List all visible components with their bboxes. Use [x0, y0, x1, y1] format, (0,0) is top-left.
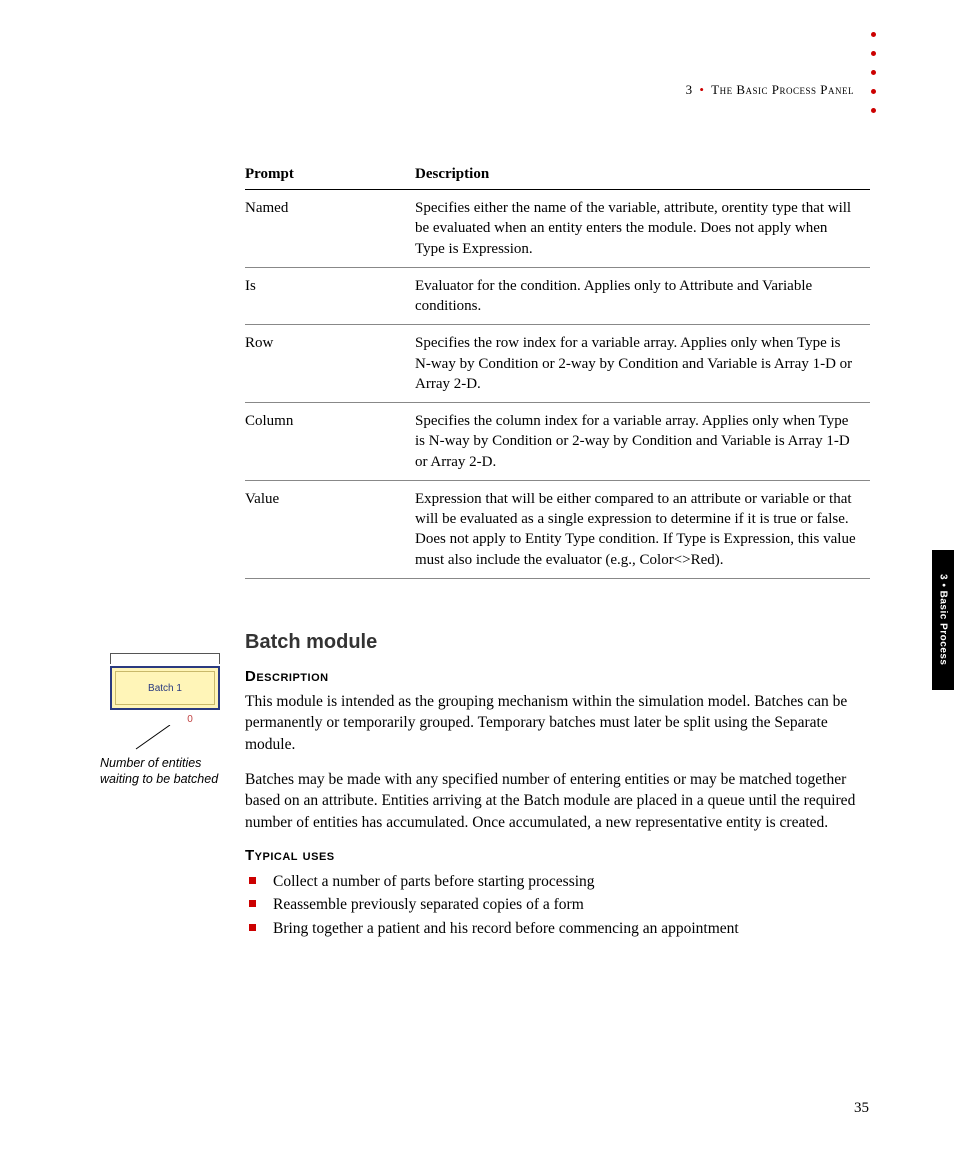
table-row: Is Evaluator for the condition. Applies … — [245, 267, 870, 325]
typical-uses-list: Collect a number of parts before startin… — [245, 870, 870, 940]
table-row: Value Expression that will be either com… — [245, 480, 870, 578]
bracket-icon — [110, 653, 220, 664]
description-paragraph-1: This module is intended as the grouping … — [245, 691, 870, 755]
table-row: Column Specifies the column index for a … — [245, 403, 870, 481]
callout-line-icon — [130, 725, 180, 753]
dot-icon — [871, 89, 876, 94]
margin-figure: Batch 1 0 Number of entities waiting to … — [100, 653, 230, 788]
list-item: Collect a number of parts before startin… — [245, 870, 870, 893]
running-header: 3 • The Basic Process Panel — [686, 82, 854, 98]
figure-caption: Number of entities waiting to be batched — [100, 755, 230, 788]
typical-uses-heading: Typical uses — [245, 847, 870, 864]
col-header-description: Description — [415, 160, 870, 190]
batch-module-icon: Batch 1 — [110, 666, 220, 710]
section-title: Batch module — [245, 631, 870, 654]
table-row: Row Specifies the row index for a variab… — [245, 325, 870, 403]
description-heading: Description — [245, 668, 870, 685]
page-number: 35 — [854, 1100, 869, 1117]
prompt-description-table: Prompt Description Named Specifies eithe… — [245, 160, 870, 579]
side-tab-label: 3 • Basic Process — [938, 574, 949, 666]
table-row: Named Specifies either the name of the v… — [245, 190, 870, 268]
cell-prompt: Named — [245, 190, 415, 268]
dot-icon — [871, 51, 876, 56]
dot-icon — [871, 108, 876, 113]
page: 3 • The Basic Process Panel 3 • Basic Pr… — [0, 0, 954, 1163]
description-paragraph-2: Batches may be made with any specified n… — [245, 769, 870, 833]
col-header-prompt: Prompt — [245, 160, 415, 190]
cell-description: Evaluator for the condition. Applies onl… — [415, 267, 870, 325]
bullet-icon: • — [699, 82, 704, 97]
decorative-dot-column — [871, 32, 876, 113]
cell-description: Specifies the row index for a variable a… — [415, 325, 870, 403]
dot-icon — [871, 32, 876, 37]
batch-counter: 0 — [150, 714, 230, 725]
cell-description: Specifies either the name of the variabl… — [415, 190, 870, 268]
list-item: Bring together a patient and his record … — [245, 917, 870, 940]
chapter-number: 3 — [686, 82, 693, 97]
cell-description: Expression that will be either compared … — [415, 480, 870, 578]
cell-prompt: Column — [245, 403, 415, 481]
list-item: Reassemble previously separated copies o… — [245, 893, 870, 916]
cell-prompt: Value — [245, 480, 415, 578]
side-tab: 3 • Basic Process — [932, 550, 954, 690]
chapter-title: The Basic Process Panel — [711, 82, 854, 97]
batch-box-label: Batch 1 — [148, 683, 182, 694]
dot-icon — [871, 70, 876, 75]
table-header-row: Prompt Description — [245, 160, 870, 190]
cell-description: Specifies the column index for a variabl… — [415, 403, 870, 481]
cell-prompt: Row — [245, 325, 415, 403]
main-content: Prompt Description Named Specifies eithe… — [245, 160, 870, 940]
cell-prompt: Is — [245, 267, 415, 325]
